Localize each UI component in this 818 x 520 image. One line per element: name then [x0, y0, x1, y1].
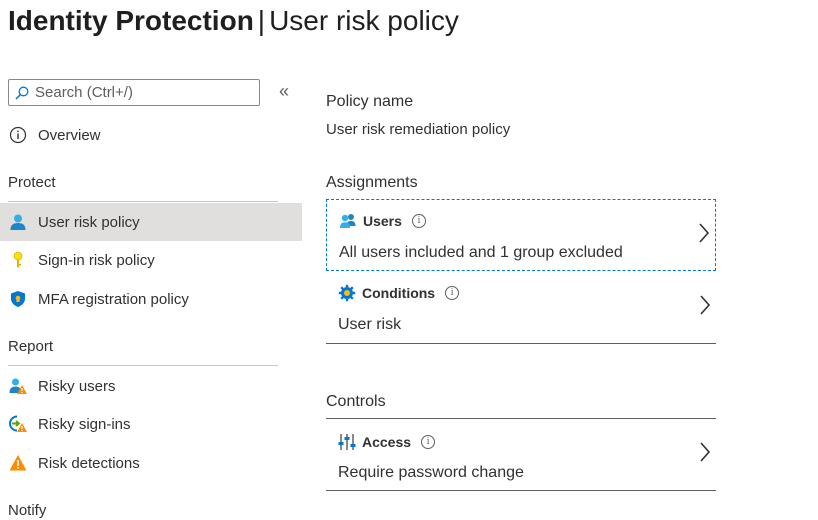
page-title-blade: User risk policy	[269, 5, 459, 36]
search-placeholder: Search (Ctrl+/)	[35, 84, 133, 101]
access-card-header: Access i	[338, 433, 436, 451]
collapse-sidebar-button[interactable]: «	[275, 82, 293, 102]
risky-signin-icon	[8, 414, 28, 434]
sidebar-item-sign-in-risk-policy[interactable]: Sign-in risk policy	[0, 241, 302, 279]
chevron-right-icon	[700, 442, 711, 462]
info-icon	[8, 125, 28, 145]
conditions-card-value: User risk	[338, 316, 402, 333]
section-heading-protect: Protect	[8, 174, 56, 191]
key-icon	[8, 250, 28, 270]
chevron-right-icon	[699, 223, 710, 243]
assignments-heading: Assignments	[326, 174, 418, 191]
warning-icon	[8, 453, 28, 473]
sidebar-item-label: User risk policy	[38, 213, 140, 231]
shield-icon	[8, 289, 28, 309]
chevron-right-icon	[700, 295, 711, 315]
risky-user-icon	[8, 376, 28, 396]
policy-name-label: Policy name	[326, 93, 414, 110]
sidebar-item-label: Overview	[38, 126, 101, 144]
sidebar-item-user-risk-policy[interactable]: User risk policy	[0, 203, 302, 241]
users-card-header: Users i	[339, 212, 426, 230]
users-icon	[339, 212, 357, 230]
sidebar-item-mfa-registration-policy[interactable]: MFA registration policy	[0, 280, 302, 318]
divider	[8, 201, 278, 202]
controls-heading: Controls	[326, 393, 386, 410]
info-icon[interactable]: i	[411, 214, 426, 228]
sidebar-item-risk-detections[interactable]: Risk detections	[0, 444, 302, 482]
conditions-card-header: Conditions i	[338, 284, 460, 302]
sidebar: Search (Ctrl+/) « Overview Protect User …	[0, 76, 302, 520]
users-card-title: Users	[363, 213, 402, 229]
sidebar-item-risky-sign-ins[interactable]: Risky sign-ins	[0, 405, 302, 443]
info-icon[interactable]: i	[421, 435, 436, 449]
sidebar-item-label: Risky sign-ins	[38, 415, 131, 433]
search-icon	[15, 86, 29, 100]
page-title-separator: |	[257, 5, 266, 36]
conditions-card-title: Conditions	[362, 285, 436, 301]
access-controls-icon	[338, 433, 356, 451]
policy-name-value: User risk remediation policy	[326, 121, 511, 138]
page-title: Identity Protection | User risk policy	[8, 3, 459, 39]
sidebar-item-label: Risky users	[38, 377, 116, 395]
access-control-card[interactable]: Access i Require password change	[326, 419, 716, 491]
section-heading-notify: Notify	[8, 502, 47, 519]
users-card-value: All users included and 1 group excluded	[339, 244, 623, 261]
access-card-title: Access	[362, 434, 412, 450]
divider	[8, 365, 278, 366]
sidebar-item-risky-users[interactable]: Risky users	[0, 367, 302, 405]
conditions-assignment-card[interactable]: Conditions i User risk	[326, 272, 716, 344]
page-title-service: Identity Protection	[8, 5, 254, 36]
sidebar-item-label: Risk detections	[38, 454, 140, 472]
search-input[interactable]: Search (Ctrl+/)	[8, 79, 260, 106]
sidebar-item-overview[interactable]: Overview	[0, 116, 302, 154]
info-icon[interactable]: i	[445, 286, 460, 300]
section-heading-report: Report	[8, 338, 54, 355]
users-assignment-card[interactable]: Users i All users included and 1 group e…	[326, 199, 716, 271]
user-icon	[8, 212, 28, 232]
access-card-value: Require password change	[338, 464, 524, 481]
conditions-gear-icon	[338, 284, 356, 302]
sidebar-item-label: MFA registration policy	[38, 290, 189, 308]
sidebar-item-label: Sign-in risk policy	[38, 251, 155, 269]
